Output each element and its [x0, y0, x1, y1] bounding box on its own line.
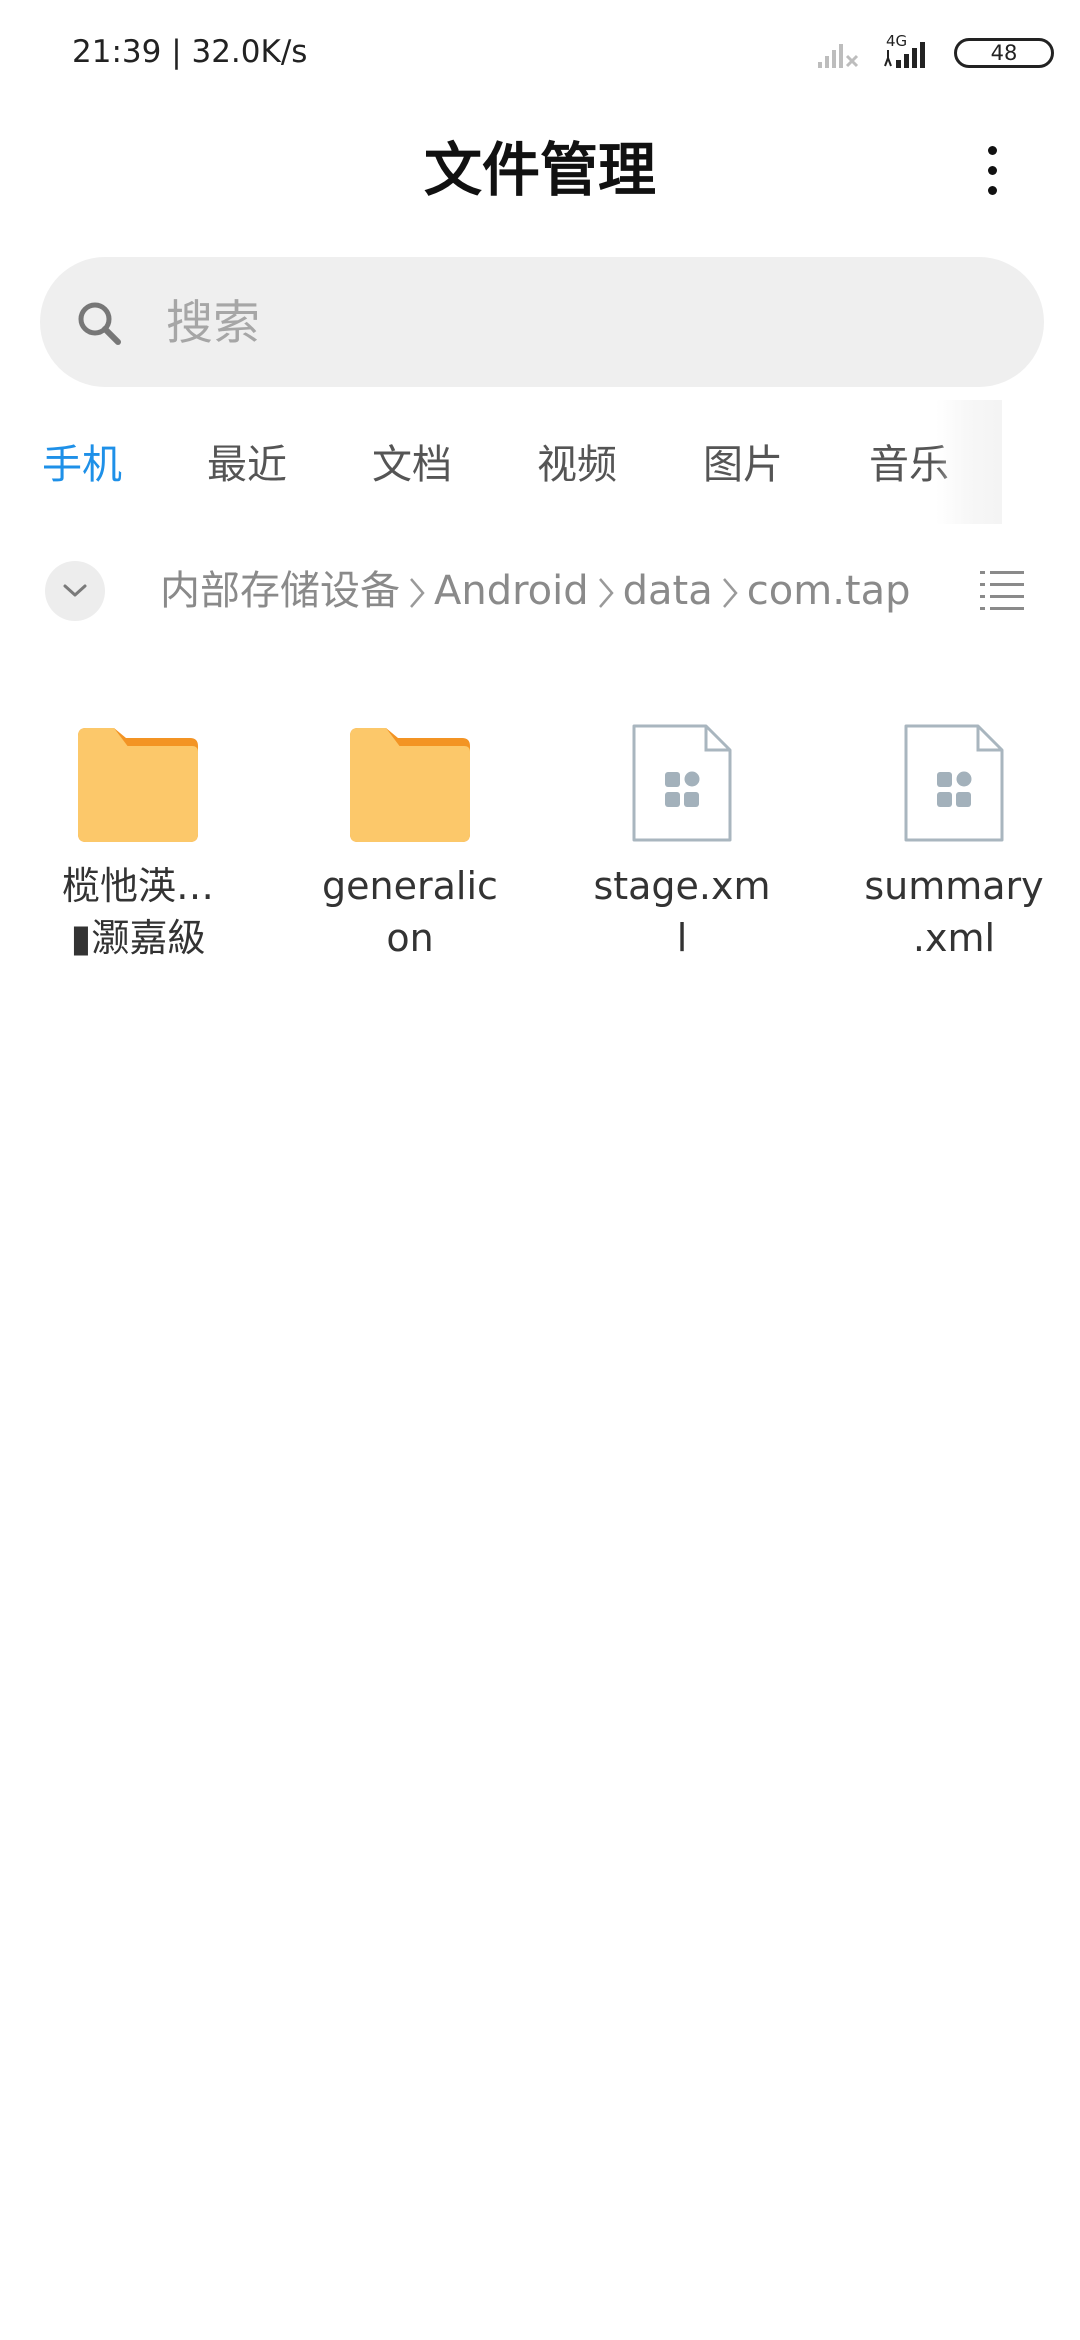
- more-dot-icon: [988, 166, 997, 175]
- file-name: 榄忚渶… ▮灏嘉級: [61, 864, 214, 960]
- xml-file-icon: [632, 724, 732, 842]
- status-time: 21:39 | 32.0K/s: [72, 34, 308, 70]
- chevron-right-icon: [410, 578, 425, 608]
- breadcrumb-item[interactable]: 内部存储设备: [160, 568, 400, 614]
- tab-recent[interactable]: 最近: [207, 430, 287, 500]
- xml-file-icon: [904, 724, 1004, 842]
- search-input[interactable]: [164, 287, 988, 359]
- battery-icon: 48: [954, 38, 1054, 68]
- chevron-right-icon: [598, 578, 614, 608]
- tab-images[interactable]: 图片: [703, 430, 783, 500]
- status-bar: 21:39 | 32.0K/s 4G 48: [0, 0, 1080, 108]
- file-item-xml[interactable]: stage.xm l: [562, 722, 802, 964]
- folder-icon: [350, 728, 470, 842]
- tab-phone[interactable]: 手机: [42, 430, 122, 500]
- search-bar[interactable]: [40, 257, 1044, 387]
- file-item-folder[interactable]: generalic on: [290, 722, 530, 964]
- file-item-xml[interactable]: summary .xml: [834, 722, 1074, 964]
- list-view-icon: [980, 571, 1024, 610]
- more-dot-icon: [988, 186, 997, 195]
- breadcrumb-item[interactable]: data: [623, 568, 713, 614]
- tab-documents[interactable]: 文档: [372, 430, 452, 500]
- more-dot-icon: [988, 146, 997, 155]
- chevron-down-icon: [63, 584, 87, 597]
- file-item-folder[interactable]: 榄忚渶… ▮灏嘉級: [18, 722, 258, 964]
- breadcrumb: 内部存储设备 Android data com.tap: [160, 556, 912, 626]
- no-signal-icon: [818, 44, 859, 68]
- search-icon: [78, 302, 121, 345]
- page-title: 文件管理: [423, 136, 656, 204]
- file-name: generalic on: [322, 864, 498, 960]
- folder-icon: [78, 728, 198, 842]
- file-name: stage.xm l: [593, 864, 771, 960]
- breadcrumb-item[interactable]: Android: [434, 568, 589, 614]
- list-view-button[interactable]: [978, 565, 1026, 615]
- battery-level: 48: [990, 41, 1018, 65]
- tabs-overflow-fade: [936, 400, 1002, 524]
- more-options-button[interactable]: [964, 130, 1020, 210]
- signal-strength-icon: [884, 42, 925, 68]
- chevron-right-icon: [722, 578, 738, 608]
- breadcrumb-item[interactable]: com.tap: [747, 568, 911, 614]
- category-tabs: 手机 最近 文档 视频 图片 音乐: [0, 430, 1080, 500]
- tab-videos[interactable]: 视频: [537, 430, 617, 500]
- expand-path-button[interactable]: [45, 561, 105, 621]
- file-name: summary .xml: [864, 864, 1044, 960]
